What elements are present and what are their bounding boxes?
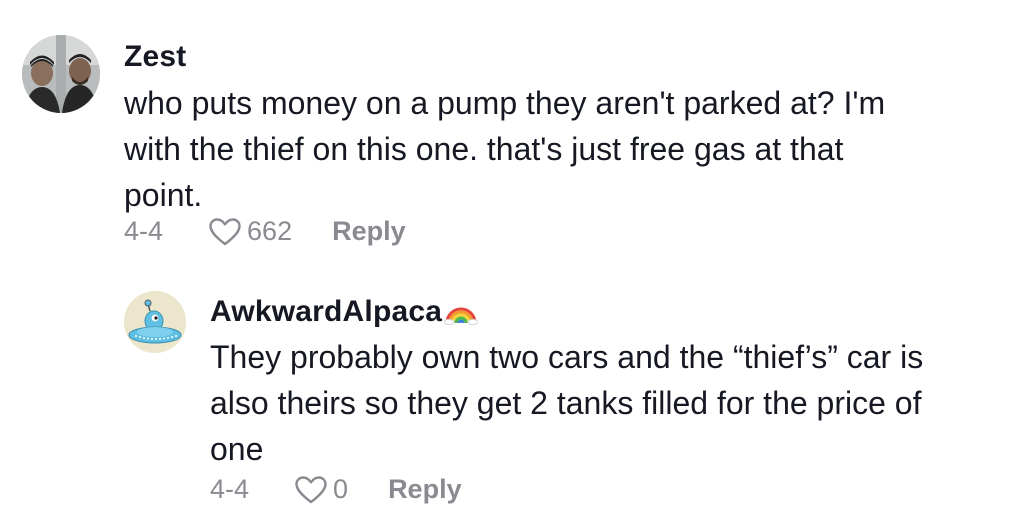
like-count: 662 — [247, 216, 293, 246]
reply-button[interactable]: Reply — [388, 474, 462, 505]
comment-date: 4-4 — [210, 474, 250, 504]
like-button[interactable]: 0 — [295, 474, 348, 505]
heart-icon — [295, 475, 327, 503]
rainbow-icon — [443, 295, 479, 333]
comment: Zest who puts money on a pump they aren'… — [0, 0, 1034, 265]
comment-username[interactable]: AwkwardAlpaca — [210, 295, 479, 333]
avatar[interactable] — [22, 35, 100, 113]
like-count: 0 — [333, 474, 349, 504]
like-button[interactable]: 662 — [209, 216, 292, 247]
heart-icon — [209, 217, 241, 245]
comment-date: 4-4 — [124, 216, 164, 246]
reply-button[interactable]: Reply — [332, 216, 406, 247]
comment-text: They probably own two cars and the “thie… — [210, 339, 924, 467]
comment-username[interactable]: Zest — [124, 40, 187, 74]
comment-meta: 4-4 0 Reply — [210, 474, 462, 505]
comment-meta: 4-4 662 Reply — [124, 216, 406, 247]
username-text: AwkwardAlpaca — [210, 295, 443, 328]
user-photo-icon — [22, 35, 100, 113]
alien-ufo-icon — [124, 291, 186, 353]
avatar[interactable] — [124, 291, 186, 353]
comment: AwkwardAlpaca They probably own two cars… — [0, 270, 1034, 527]
comment-text: who puts money on a pump they aren't par… — [124, 85, 886, 213]
